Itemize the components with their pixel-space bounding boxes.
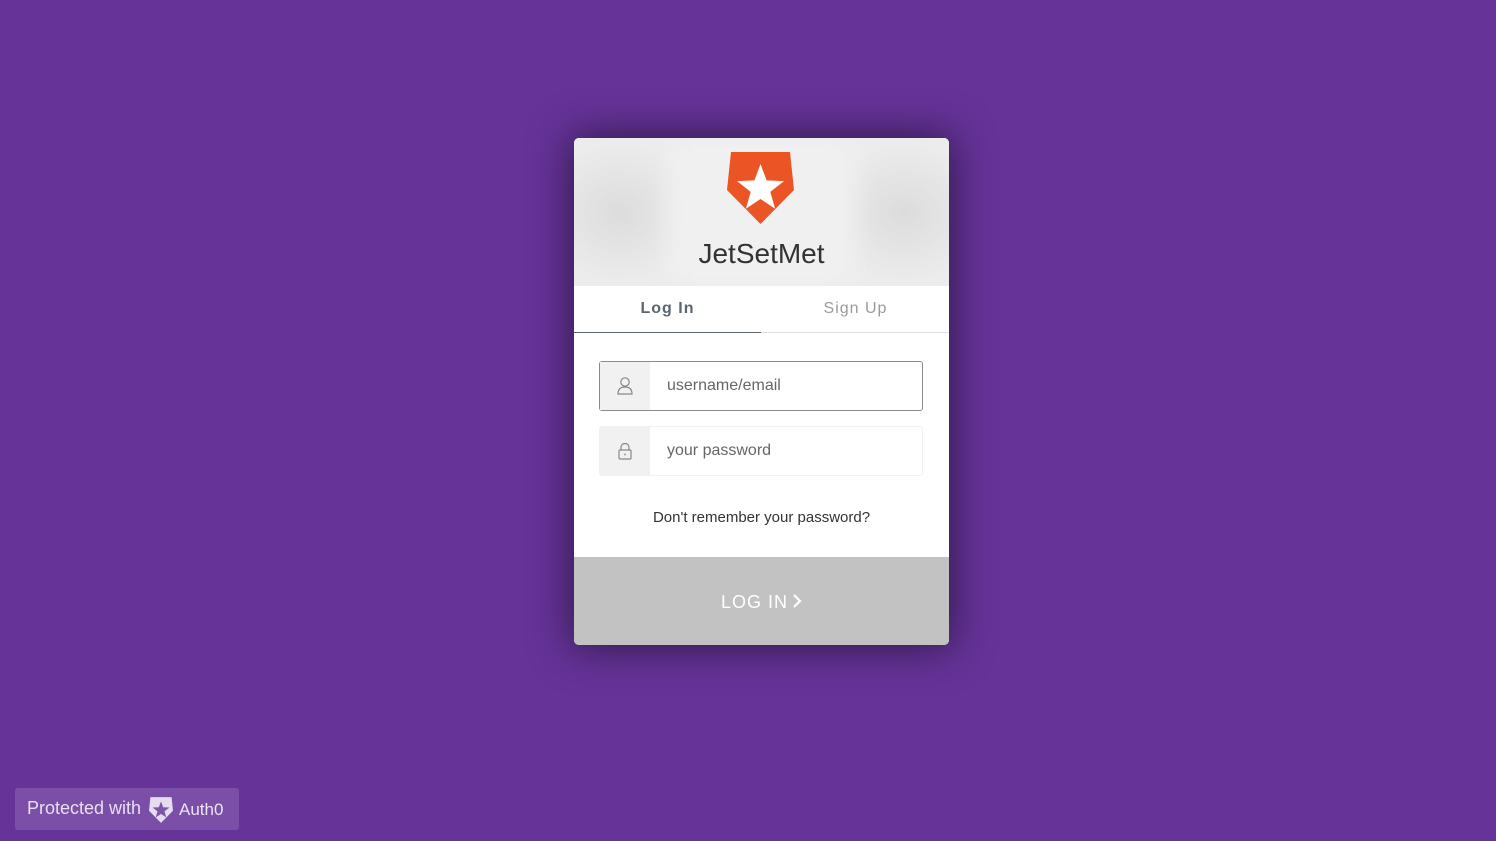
lock-icon <box>618 442 632 460</box>
tab-sign-up[interactable]: Sign Up <box>762 286 949 332</box>
auth0-shield-star-icon <box>727 152 794 224</box>
log-in-button[interactable]: LOG IN <box>574 557 949 645</box>
auth0-badge-icon <box>149 797 173 823</box>
log-in-button-label: LOG IN <box>720 592 788 612</box>
protected-label: Protected with <box>27 798 142 818</box>
password-input[interactable] <box>650 427 920 475</box>
auth0-brand-label: Auth0 <box>179 800 224 819</box>
password-icon-box <box>600 427 650 475</box>
protected-with-auth0-badge[interactable]: Protected with Auth0 <box>15 788 239 830</box>
username-field <box>599 361 923 411</box>
username-input[interactable] <box>650 362 920 410</box>
username-icon-box <box>600 362 650 410</box>
password-field <box>599 426 923 476</box>
login-card: JetSetMet Log In Sign Up Don't remember … <box>574 138 949 645</box>
forgot-password-link[interactable]: Don't remember your password? <box>574 509 949 526</box>
app-title: JetSetMet <box>698 238 825 269</box>
auth-tabs: Log In Sign Up <box>574 286 949 333</box>
chevron-right-icon <box>793 594 802 609</box>
tab-log-in[interactable]: Log In <box>574 286 761 333</box>
user-icon <box>617 377 633 395</box>
card-header: JetSetMet <box>574 138 949 286</box>
